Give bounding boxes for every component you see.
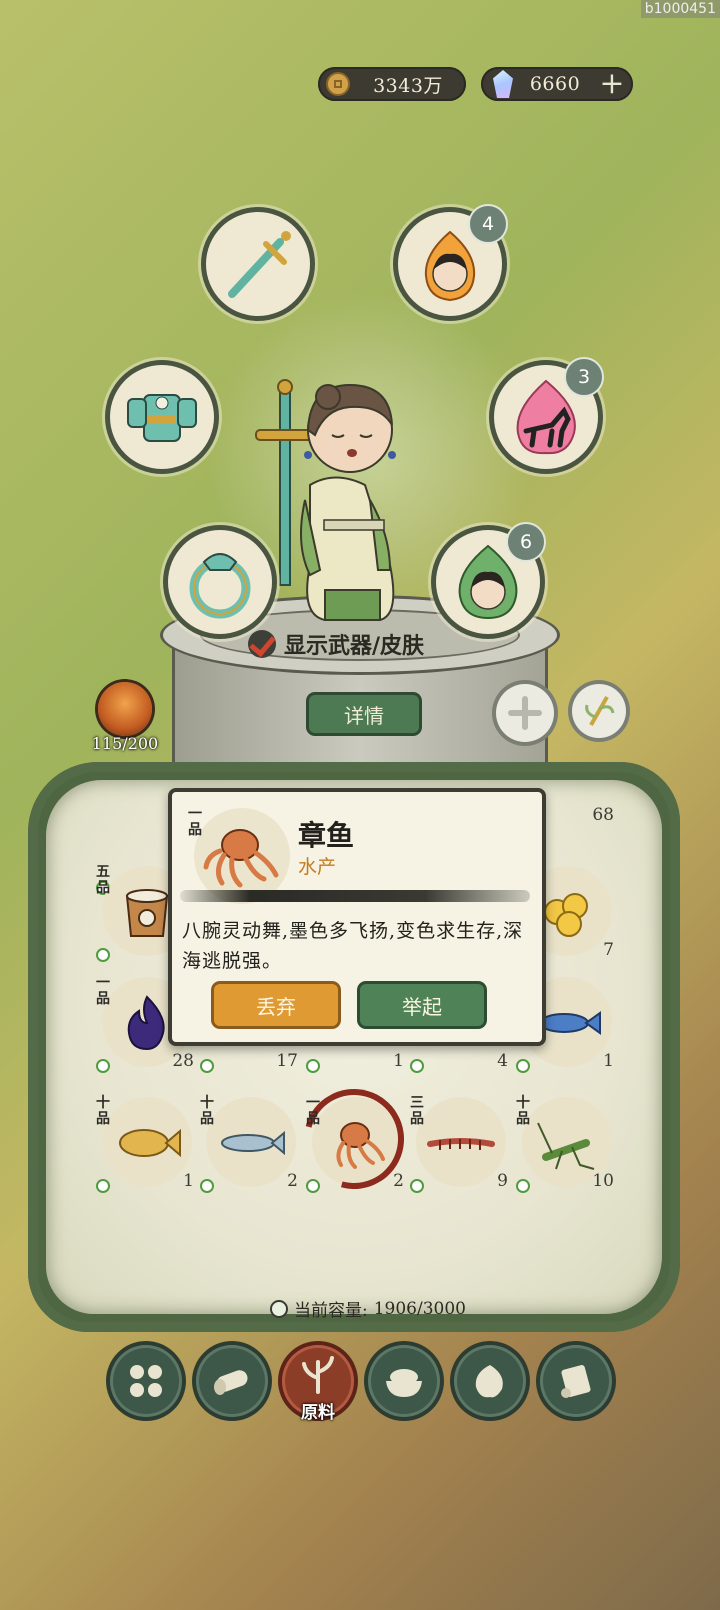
inventory-item[interactable]: 十品 10 (516, 1093, 616, 1193)
plus-icon (508, 696, 542, 730)
discard-button[interactable]: 丢弃 (214, 984, 338, 1026)
item-grade: 三品 (410, 1095, 424, 1127)
beast-level-badge: 3 (564, 357, 604, 397)
item-count: 4 (497, 1051, 508, 1071)
bamboo-button[interactable] (572, 684, 626, 738)
leaf-icon (306, 1059, 320, 1073)
leaf-icon (410, 1059, 424, 1073)
centipede-icon (426, 1113, 496, 1173)
leaf-icon (475, 1365, 503, 1398)
coin-icon (326, 72, 350, 96)
capacity-value: 1906/3000 (373, 1298, 466, 1319)
jade-ring-icon (189, 553, 251, 619)
bamboo-icon (585, 696, 615, 726)
monkey-avatar-icon (98, 682, 152, 736)
item-grade: 十品 (96, 1095, 110, 1127)
detail-button[interactable]: 详情 (309, 695, 419, 733)
leaf-icon (200, 1059, 214, 1073)
item-count: 68 (592, 805, 614, 825)
grid-icon (130, 1365, 162, 1397)
spirit-level-badge: 6 (506, 522, 546, 562)
grasshopper-icon (532, 1113, 602, 1173)
item-grade: 十品 (516, 1095, 530, 1127)
soul-level-badge: 4 (468, 204, 508, 244)
gem-counter: 6660 + (481, 67, 633, 101)
soul-slot[interactable]: 4 (398, 204, 508, 316)
item-count: 1 (183, 1171, 194, 1191)
show-weapon-skin-toggle[interactable]: 显示武器/皮肤 (248, 628, 424, 660)
log-icon (214, 1370, 248, 1395)
jade-armor-icon (127, 394, 197, 442)
item-count: 10 (592, 1171, 614, 1191)
popup-description: 八腕灵动舞,墨色多飞扬,变色求生存,深海逃脱强。 (182, 920, 524, 972)
brush-divider (180, 890, 530, 902)
tab-wood[interactable] (196, 1345, 268, 1417)
storage-icon (270, 1299, 288, 1318)
rice-bowl-icon (386, 1369, 422, 1397)
leaf-icon (96, 1059, 110, 1073)
capacity-label: 当前容量: (294, 1301, 368, 1321)
tab-ingredients[interactable]: 原料 (282, 1345, 354, 1423)
sprout-icon (302, 1356, 334, 1394)
popup-grade: 一品 (188, 806, 202, 838)
silver-fish-icon (216, 1113, 286, 1173)
item-count: 17 (276, 1051, 298, 1071)
spirit-slot[interactable]: 6 (436, 522, 546, 634)
checkbox-icon[interactable] (248, 630, 276, 658)
ring-slot[interactable] (168, 530, 272, 634)
level-indicator[interactable]: 115/200 (90, 682, 160, 753)
coin-value: 3343万 (373, 74, 443, 97)
scroll-icon (561, 1365, 591, 1398)
leaf-icon (200, 1179, 214, 1193)
item-grade: 十品 (200, 1095, 214, 1127)
tab-herbs[interactable] (454, 1345, 526, 1417)
leaf-icon (516, 1059, 530, 1073)
tab-scrolls[interactable] (540, 1345, 612, 1417)
golden-fish-icon (112, 1113, 182, 1173)
popup-item-category: 水产 (298, 856, 337, 878)
tab-food[interactable] (368, 1345, 440, 1417)
capacity-indicator: 当前容量: 1906/3000 (270, 1296, 466, 1321)
beast-slot[interactable]: 3 (494, 357, 604, 469)
armor-slot[interactable] (110, 365, 214, 469)
item-count: 2 (287, 1171, 298, 1191)
lift-button[interactable]: 举起 (360, 984, 484, 1026)
add-gems-button[interactable]: + (597, 69, 627, 99)
octopus-icon (322, 1113, 392, 1173)
item-count: 28 (172, 1051, 194, 1071)
item-grade: 五品 (96, 864, 110, 896)
show-weapon-skin-label: 显示武器/皮肤 (284, 633, 425, 659)
item-grade: 一品 (306, 1095, 320, 1127)
inventory-item[interactable]: 三品 9 (410, 1093, 510, 1193)
item-grade: 一品 (96, 975, 110, 1007)
tab-all[interactable] (110, 1345, 182, 1417)
leaf-icon (306, 1179, 320, 1193)
item-count: 9 (497, 1171, 508, 1191)
jade-sword-icon (228, 231, 291, 298)
popup-item-name: 章鱼 (298, 819, 355, 852)
add-slot-button[interactable] (496, 684, 554, 742)
watermark-id: b1000451 (640, 0, 720, 18)
leaf-icon (516, 1179, 530, 1193)
leaf-icon (96, 1179, 110, 1193)
inventory-item[interactable]: 十品 2 (200, 1093, 300, 1193)
item-count: 2 (393, 1171, 404, 1191)
weapon-slot[interactable] (206, 212, 310, 316)
item-count: 1 (603, 1051, 614, 1071)
item-detail-popup: 一品 章鱼 水产 八腕灵动舞,墨色多飞扬,变色求生存,深海逃脱强。 丢弃 举起 (168, 788, 546, 1046)
coin-counter: 3343万 (318, 67, 466, 101)
item-count: 7 (603, 940, 614, 960)
inventory-item[interactable]: 十品 1 (96, 1093, 196, 1193)
inventory-item-selected[interactable]: 一品 2 (285, 1070, 423, 1208)
gem-icon (493, 70, 513, 98)
level-text: 115/200 (91, 734, 159, 753)
gem-value: 6660 (529, 73, 581, 95)
leaf-icon (96, 948, 110, 962)
tab-ingredients-label: 原料 (301, 1403, 335, 1423)
leaf-icon (410, 1179, 424, 1193)
item-count: 1 (393, 1051, 404, 1071)
